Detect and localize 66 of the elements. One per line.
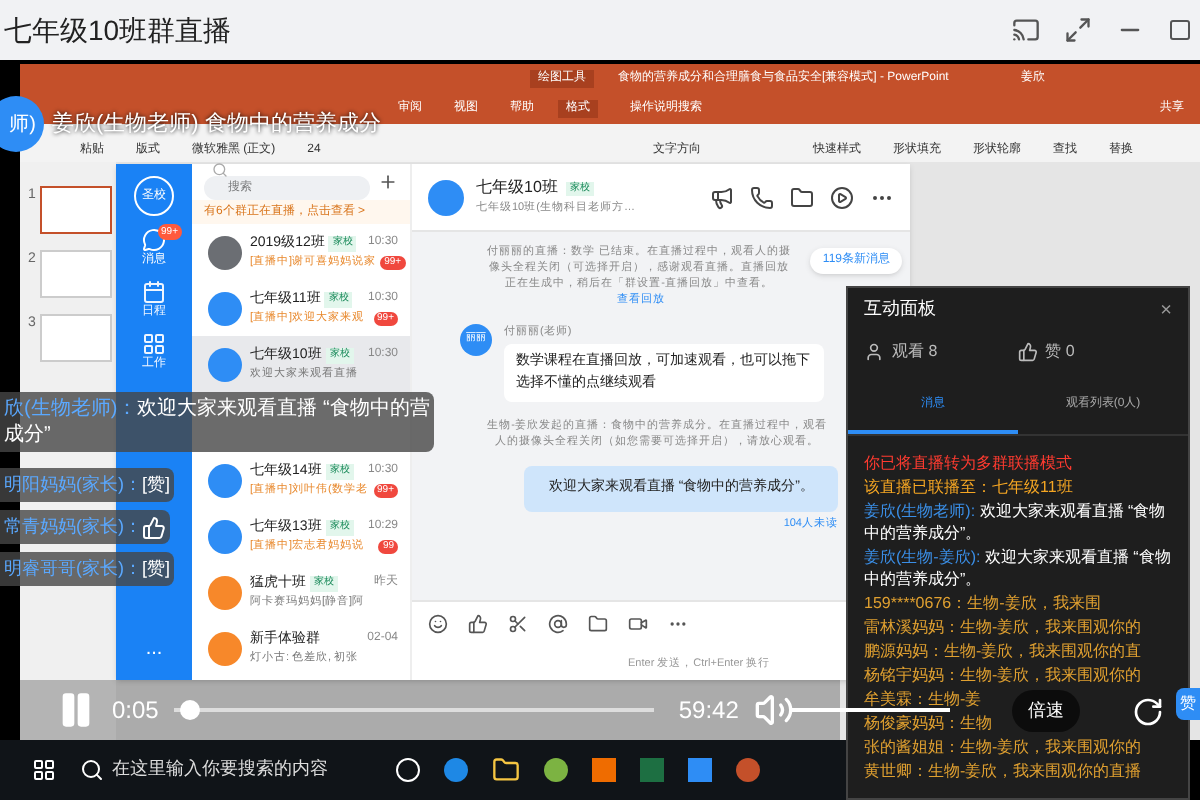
presentation-icon[interactable] — [736, 758, 760, 782]
speed-button[interactable]: 倍速 — [1012, 689, 1080, 732]
group-avatar — [208, 291, 242, 325]
window-title: 七年级10班群直播 — [2, 11, 234, 49]
slide-thumbnail[interactable] — [39, 186, 112, 234]
panel-message: 你已将直播转为多群联播模式 — [864, 452, 1072, 474]
add-icon[interactable] — [378, 172, 398, 192]
grid-icon — [142, 332, 166, 356]
danmaku-comment: 明睿哥哥(家长)：[赞] — [0, 552, 175, 586]
group-avatar — [208, 347, 242, 381]
task-view-icon[interactable] — [396, 758, 420, 782]
mention-icon[interactable] — [548, 614, 568, 634]
live-icon[interactable] — [830, 185, 854, 209]
search-icon — [212, 162, 228, 178]
panel-message: 杨铭宇妈妈：生物-姜欣，我来围观你的 — [864, 664, 1142, 686]
danmaku-comment: 欣(生物老师)：欢迎大家来观看直播 “食物中的营 成分” — [0, 392, 434, 452]
scissors-icon[interactable] — [508, 614, 528, 634]
danmaku-comment: 明阳妈妈(家长)：[赞] — [0, 468, 175, 502]
folder-icon[interactable] — [790, 185, 814, 209]
panel-message: 姜欣(生物老师): 欢迎大家来观看直播 “食物中的营养成分”。 — [864, 500, 1168, 544]
more-button[interactable]: ... — [145, 634, 163, 664]
like-count: 赞 0 — [1045, 340, 1075, 364]
thumbs-up-icon — [1017, 342, 1038, 362]
panel-message: 黄世卿：生物-姜欣，我来围观你的直播 — [864, 760, 1142, 782]
panel-message: 鹏源妈妈：生物-姜欣，我来围观你的直 — [864, 640, 1142, 662]
video-icon[interactable] — [628, 614, 648, 634]
slide-thumbnail[interactable] — [39, 314, 112, 362]
progress-slider[interactable] — [174, 700, 655, 720]
thumbs-up-icon[interactable] — [468, 614, 488, 634]
duration-time: 59:42 — [678, 694, 739, 728]
thumbs-up-icon — [142, 515, 166, 540]
viewers-icon — [864, 342, 884, 362]
group-avatar — [208, 235, 242, 269]
maximize-icon[interactable] — [1168, 18, 1192, 42]
group-avatar — [208, 575, 242, 609]
search-icon — [80, 758, 104, 782]
slide-thumbnail[interactable] — [39, 250, 112, 298]
calendar-icon — [142, 280, 166, 304]
viewer-count: 观看 8 — [892, 340, 938, 364]
emoji-icon[interactable] — [428, 614, 448, 634]
fullscreen-icon[interactable] — [1064, 16, 1092, 44]
panel-message: 该直播已联播至：七年级11班 — [864, 476, 1073, 498]
group-avatar — [208, 463, 242, 497]
browser-icon[interactable] — [444, 758, 468, 782]
group-avatar — [208, 631, 242, 665]
panel-message: 杨俊豪妈妈：生物 — [864, 712, 992, 734]
folder-icon[interactable] — [588, 614, 608, 634]
panel-message: 牟美霖：生物-姜 — [864, 688, 982, 710]
rotate-icon[interactable] — [1132, 696, 1164, 728]
elapsed-time: 0:05 — [112, 694, 159, 728]
phone-icon[interactable] — [750, 185, 774, 209]
danmaku-comment: 常青妈妈(家长)： — [0, 510, 170, 544]
cast-icon[interactable] — [1012, 16, 1040, 44]
group-avatar — [208, 519, 242, 553]
app-icon[interactable] — [544, 758, 568, 782]
panel-message: 姜欣(生物-姜欣): 欢迎大家来观看直播 “食物中的营养成分”。 — [864, 546, 1172, 590]
panel-title: 互动面板 — [864, 296, 936, 323]
megaphone-icon[interactable] — [710, 185, 734, 209]
panel-message: 159****0676：生物-姜欣，我来围 — [864, 592, 1101, 614]
windows-start-icon[interactable] — [32, 758, 56, 782]
group-avatar — [428, 179, 464, 215]
panel-message: 张的酱姐姐：生物-姜欣，我来围观你的 — [864, 736, 1142, 758]
close-button[interactable]: × — [1160, 295, 1172, 325]
taskbar-search-field[interactable]: 在这里输入你要搜索的内容 — [112, 756, 372, 784]
panel-message: 雷林溪妈妈：生物-姜欣，我来围观你的 — [864, 616, 1142, 638]
conversation-title: 七年级10班 — [476, 176, 558, 201]
